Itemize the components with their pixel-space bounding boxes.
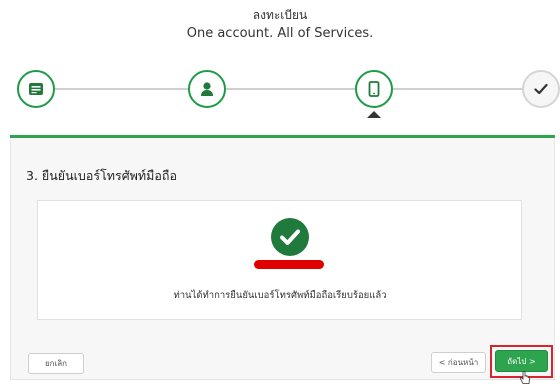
cancel-button[interactable]: ยกเลิก: [28, 353, 84, 374]
id-card-icon: [28, 82, 44, 96]
redacted-phone-number: [254, 260, 324, 269]
step-3-current[interactable]: [355, 70, 393, 108]
header-title: ลงทะเบียน: [252, 8, 308, 22]
current-step-indicator: [367, 111, 381, 118]
next-button[interactable]: ถัดไป >: [495, 350, 548, 372]
back-button[interactable]: < ก่อนหน้า: [431, 352, 486, 373]
hand-cursor-icon: [519, 370, 531, 388]
section-title: 3. ยืนยันเบอร์โทรศัพท์มือถือ: [26, 168, 177, 183]
progress-stepper: [0, 60, 560, 120]
step-2[interactable]: [188, 70, 226, 108]
success-check-icon: [271, 218, 309, 256]
user-icon: [200, 81, 214, 97]
step-connector: [55, 88, 188, 90]
step-connector: [393, 88, 522, 90]
checkmark-icon: [534, 83, 548, 95]
step-connector: [226, 88, 355, 90]
step-1[interactable]: [17, 70, 55, 108]
step-4[interactable]: [522, 70, 560, 108]
header-subtitle: One account. All of Services.: [186, 26, 374, 41]
mobile-phone-icon: [368, 81, 380, 97]
confirmation-message: ท่านได้ทำการยืนยันเบอร์โทรศัพท์มือถือเรี…: [173, 290, 387, 301]
